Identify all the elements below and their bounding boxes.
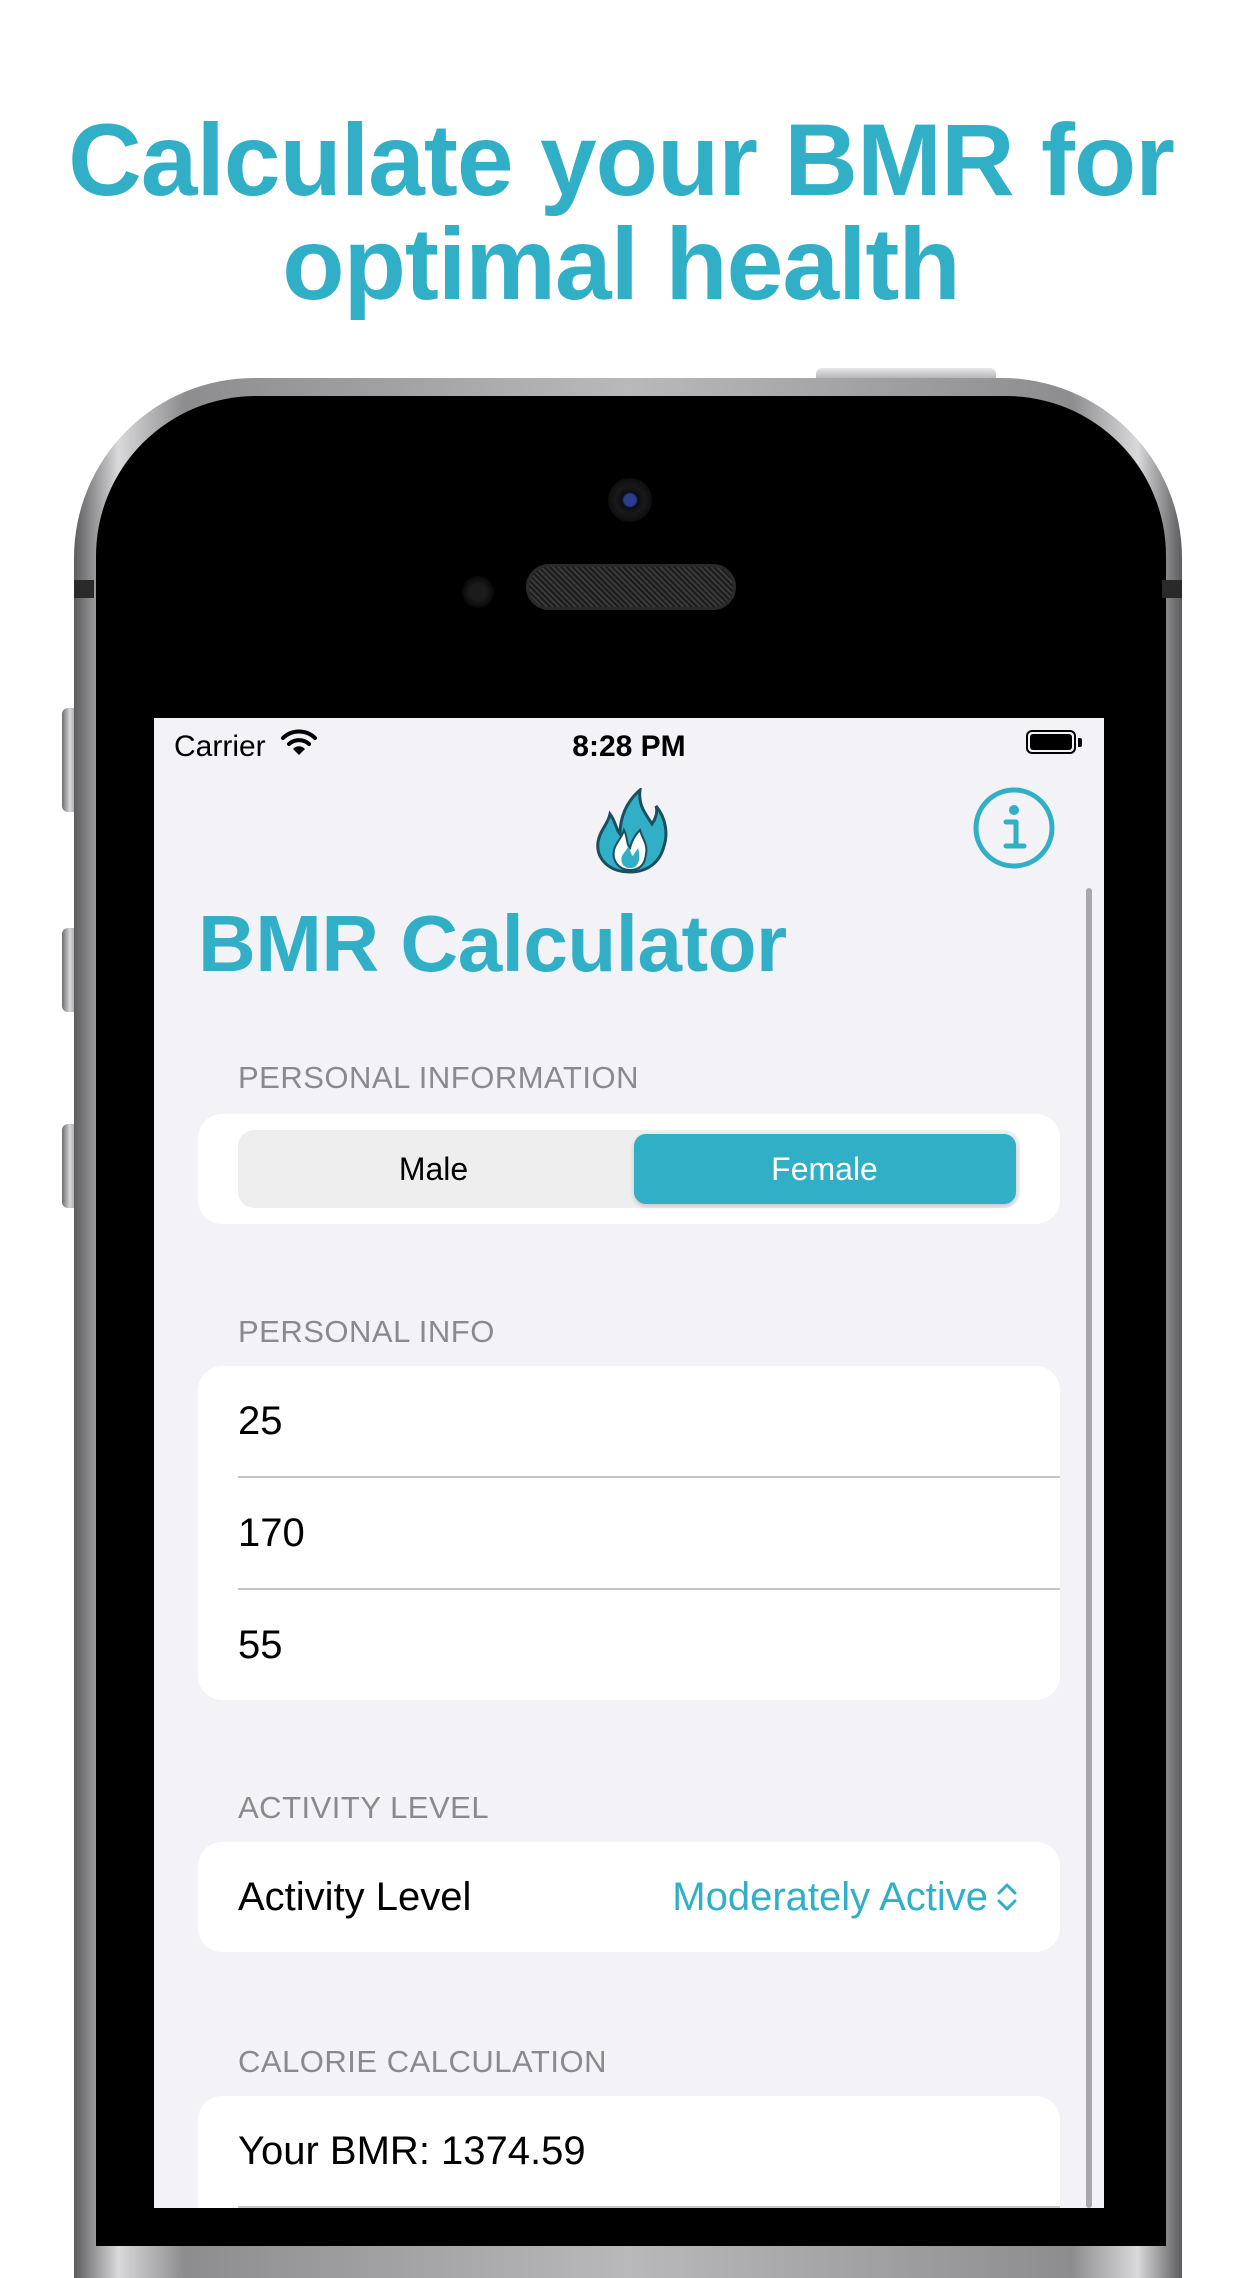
- activity-level-picker[interactable]: Activity Level Moderately Active: [198, 1842, 1060, 1952]
- segment-female[interactable]: Female: [629, 1130, 1020, 1208]
- earpiece-speaker: [526, 564, 736, 610]
- page-title: BMR Calculator: [198, 899, 787, 988]
- headline-line-2: optimal health: [282, 207, 960, 321]
- weight-field[interactable]: 55: [238, 1590, 1060, 1700]
- gender-card: Male Female: [198, 1114, 1060, 1224]
- battery-tip: [1078, 738, 1082, 747]
- activity-level-label: Activity Level: [238, 1875, 472, 1919]
- antenna-band-left: [74, 580, 94, 598]
- flame-icon: [596, 788, 668, 874]
- headline-line-1: Calculate your BMR for: [68, 103, 1175, 217]
- info-circle-icon[interactable]: [972, 786, 1056, 870]
- antenna-band-right: [1162, 580, 1182, 598]
- gender-segmented-control[interactable]: Male Female: [238, 1130, 1020, 1208]
- scrollbar[interactable]: [1086, 888, 1092, 2208]
- front-camera: [608, 478, 652, 522]
- section-header-activity-level: ACTIVITY LEVEL: [238, 1790, 490, 1825]
- section-header-personal-information: PERSONAL INFORMATION: [238, 1060, 639, 1095]
- status-bar: Carrier 8:28 PM: [154, 718, 1104, 768]
- activity-level-value[interactable]: Moderately Active: [672, 1842, 988, 1952]
- chevron-up-down-icon: [997, 1883, 1017, 1911]
- marketing-headline: Calculate your BMR for optimal health: [0, 108, 1242, 316]
- app-screen: Carrier 8:28 PM BMR Calculator PERSONAL …: [154, 718, 1104, 2208]
- proximity-sensor: [462, 576, 494, 608]
- battery-icon: [1026, 730, 1076, 754]
- bmr-result: Your BMR: 1374.59: [238, 2129, 586, 2173]
- personal-info-card: 25 170 55: [198, 1366, 1060, 1700]
- age-field[interactable]: 25: [238, 1366, 1060, 1476]
- height-field[interactable]: 170: [238, 1478, 1060, 1588]
- section-header-calorie-calculation: CALORIE CALCULATION: [238, 2044, 607, 2079]
- calorie-card: Your BMR: 1374.59: [198, 2096, 1060, 2208]
- status-time: 8:28 PM: [572, 730, 686, 763]
- section-header-personal-info: PERSONAL INFO: [238, 1314, 495, 1349]
- segment-male[interactable]: Male: [238, 1130, 629, 1208]
